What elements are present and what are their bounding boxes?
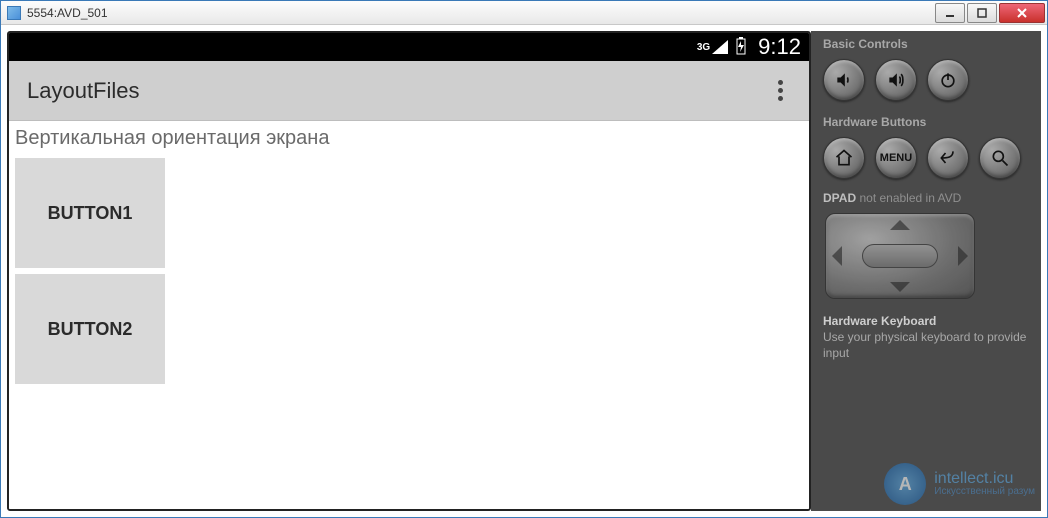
volume-down-button[interactable]: [823, 59, 865, 101]
signal-icon: [712, 40, 728, 54]
network-label: 3G: [697, 42, 710, 53]
button1[interactable]: BUTTON1: [15, 158, 165, 268]
search-button[interactable]: [979, 137, 1021, 179]
overflow-menu-button[interactable]: [770, 72, 791, 109]
close-button[interactable]: [999, 3, 1045, 23]
volume-up-icon: [886, 70, 906, 90]
basic-controls-heading: Basic Controls: [823, 37, 1033, 51]
window-controls: [933, 3, 1045, 23]
menu-button[interactable]: MENU: [875, 137, 917, 179]
device-screen: 3G 9:12 LayoutFiles Вертикальная орие: [7, 31, 811, 511]
dpad-label: DPAD: [823, 191, 856, 205]
emulator-sidebar: Basic Controls Hardware Buttons MENU: [811, 31, 1041, 511]
keyboard-note-block: Hardware Keyboard Use your physical keyb…: [823, 313, 1033, 362]
status-clock: 9:12: [758, 34, 801, 60]
home-button[interactable]: [823, 137, 865, 179]
app-content: Вертикальная ориентация экрана BUTTON1 B…: [9, 121, 809, 509]
watermark-subtitle: Искусственный разум: [934, 487, 1035, 497]
orientation-textview: Вертикальная ориентация экрана: [15, 127, 803, 150]
minimize-icon: [944, 7, 956, 19]
keyboard-heading: Hardware Keyboard: [823, 313, 1033, 329]
button2[interactable]: BUTTON2: [15, 274, 165, 384]
volume-up-button[interactable]: [875, 59, 917, 101]
overflow-dots-icon: [778, 80, 783, 85]
maximize-icon: [976, 7, 988, 19]
dpad-up-icon: [890, 220, 910, 230]
dpad-center-icon: [862, 244, 938, 268]
android-action-bar: LayoutFiles: [9, 61, 809, 121]
dpad-right-icon: [958, 246, 968, 266]
power-button[interactable]: [927, 59, 969, 101]
minimize-button[interactable]: [935, 3, 965, 23]
hardware-buttons-heading: Hardware Buttons: [823, 115, 1033, 129]
back-button[interactable]: [927, 137, 969, 179]
home-icon: [834, 148, 854, 168]
network-indicator-icon: 3G: [697, 40, 728, 54]
dpad-left-icon: [832, 246, 842, 266]
app-icon: [7, 6, 21, 20]
watermark: A intellect.icu Искусственный разум: [884, 463, 1035, 505]
dpad-disabled-note: not enabled in AVD: [859, 191, 961, 205]
client-area: 3G 9:12 LayoutFiles Вертикальная орие: [1, 25, 1047, 517]
android-status-bar: 3G 9:12: [9, 33, 809, 61]
close-icon: [1016, 7, 1028, 19]
power-icon: [938, 70, 958, 90]
action-bar-title: LayoutFiles: [27, 78, 140, 104]
dpad-control: [825, 213, 975, 299]
back-icon: [938, 148, 958, 168]
window-titlebar: 5554:AVD_501: [1, 1, 1047, 25]
maximize-button[interactable]: [967, 3, 997, 23]
dpad-heading: DPAD not enabled in AVD: [823, 191, 1033, 205]
emulator-window: 5554:AVD_501 3G 9: [0, 0, 1048, 518]
window-title: 5554:AVD_501: [27, 6, 933, 20]
battery-icon: [736, 37, 746, 58]
hardware-buttons-row: MENU: [823, 137, 1033, 179]
keyboard-note: Use your physical keyboard to provide in…: [823, 330, 1026, 360]
watermark-brand: intellect.icu: [934, 470, 1013, 487]
basic-controls-row: [823, 59, 1033, 101]
volume-down-icon: [834, 70, 854, 90]
search-icon: [990, 148, 1010, 168]
watermark-logo-icon: A: [884, 463, 926, 505]
dpad-down-icon: [890, 282, 910, 292]
